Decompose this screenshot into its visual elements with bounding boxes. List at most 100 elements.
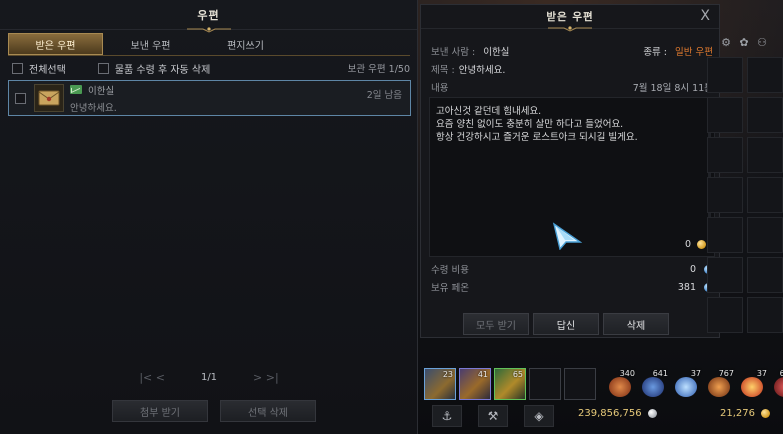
sender-value: 이한실	[483, 47, 510, 58]
receive-all-button[interactable]: 모두 받기	[463, 313, 529, 335]
subject-row: 제목 : 안녕하세요.	[431, 61, 713, 77]
inventory-slot[interactable]	[747, 297, 783, 333]
resource-slot[interactable]: 641	[638, 368, 668, 400]
item-count: 65	[512, 370, 523, 379]
detail-titlebar[interactable]: 받은 우편 X	[421, 5, 719, 32]
gold-coin-icon	[761, 409, 770, 418]
mail-item-checkbox[interactable]	[15, 92, 26, 104]
resource-slot[interactable]: 767	[704, 368, 734, 400]
pagination: |< < 1/1 > >|	[0, 371, 418, 384]
inventory-slot[interactable]	[747, 217, 783, 253]
mail-capacity: 보관 우편 1/50	[347, 64, 410, 75]
mail-item-remaining: 2일 남음	[366, 90, 402, 101]
close-icon[interactable]: X	[700, 8, 710, 24]
body-line: 항상 건강하시고 즐거운 로스트아크 되시길 빌게요.	[436, 132, 638, 143]
quick-slot-empty[interactable]	[564, 368, 596, 400]
select-all-label: 전체선택	[29, 64, 66, 76]
gem-icon[interactable]: ◈	[524, 405, 554, 427]
resource-count: 340	[619, 369, 635, 378]
next-page-button[interactable]: > >|	[253, 371, 279, 384]
delete-selected-button[interactable]: 선택 삭제	[220, 400, 316, 422]
silver-coin-icon	[647, 409, 657, 418]
resource-slot[interactable]: 37	[671, 368, 701, 400]
detail-title: 받은 우편	[546, 11, 594, 23]
auto-delete-label: 물품 수령 후 자동 삭제	[114, 64, 211, 76]
mail-window: 우편 받은 우편 보낸 우편 편지쓰기 전체선택 물품 수령 후 자동 삭제 보…	[0, 0, 418, 434]
inventory-slot[interactable]	[707, 137, 743, 173]
quick-slot-empty[interactable]	[529, 368, 561, 400]
body-line: 요즘 양친 없이도 충분히 살만 하다고 들었어요.	[436, 119, 624, 130]
resource-count: 6721	[779, 369, 783, 378]
select-all-checkbox[interactable]	[12, 62, 23, 74]
bottom-hud: 23 41 65 340 641 37 767 37 6 ⚓ ⚒ ◈ 239,8…	[424, 339, 783, 434]
stone-icon	[642, 377, 664, 397]
sender-label: 보낸 사람 :	[431, 47, 476, 58]
quick-slot-item[interactable]: 41	[459, 368, 491, 400]
people-icon[interactable]: ⚇	[756, 36, 768, 49]
subject-value: 안녕하세요.	[458, 65, 506, 76]
gold-display: 21,276	[720, 408, 770, 419]
inventory-slot[interactable]	[747, 137, 783, 173]
inventory-slot[interactable]	[707, 257, 743, 293]
envelope-icon	[70, 85, 82, 94]
receive-attached-button[interactable]: 첨부 받기	[112, 400, 208, 422]
silver-amount: 239,856,756	[578, 408, 642, 419]
resource-slot[interactable]: 37	[737, 368, 767, 400]
inventory-slot[interactable]	[747, 57, 783, 93]
inventory-slot[interactable]	[707, 57, 743, 93]
inventory-slot[interactable]	[707, 297, 743, 333]
attached-gold: 0	[685, 239, 706, 250]
item-count: 41	[477, 370, 488, 379]
tab-sent[interactable]: 보낸 우편	[103, 33, 198, 55]
owned-row: 보유 페온 381	[431, 279, 713, 295]
mail-options: 전체선택 물품 수령 후 자동 삭제 보관 우편 1/50	[12, 60, 410, 76]
gold-amount: 21,276	[720, 408, 755, 419]
crystal-icon	[675, 377, 697, 397]
inventory-slot[interactable]	[707, 217, 743, 253]
mail-item-sender-row: 이한실	[70, 83, 117, 97]
owned-label: 보유 페온	[431, 283, 469, 294]
resource-slot[interactable]: 6721	[770, 368, 783, 400]
mail-item-text: 이한실 안녕하세요.	[70, 83, 117, 114]
fragment-icon	[609, 377, 631, 397]
quick-slot-item[interactable]: 65	[494, 368, 526, 400]
gear-icon[interactable]: ⚙	[720, 36, 732, 49]
mail-list-actions: 첨부 받기 선택 삭제	[112, 400, 316, 422]
mail-window-title: 우편	[197, 8, 220, 22]
quick-slots: 23 41 65 340 641 37 767 37 6	[424, 368, 783, 400]
gold-coin-icon	[697, 240, 706, 249]
delete-button[interactable]: 삭제	[603, 313, 669, 335]
pet-icon[interactable]: ✿	[738, 36, 750, 49]
inventory-slot[interactable]	[747, 257, 783, 293]
resource-count: 641	[652, 369, 668, 378]
hammer-icon[interactable]: ⚒	[478, 405, 508, 427]
tab-divider	[8, 55, 410, 56]
auto-delete-checkbox[interactable]	[97, 62, 109, 74]
inventory-slot[interactable]	[707, 97, 743, 133]
content-header-row: 내용 7월 18일 8시 11분	[431, 79, 713, 95]
quick-slot-item[interactable]: 23	[424, 368, 456, 400]
mail-detail-panel: 받은 우편 X 보낸 사람 : 이한실 종류 : 일반 우편 제목 : 안녕하세…	[420, 4, 720, 338]
inventory-slot[interactable]	[707, 177, 743, 213]
tab-inbox[interactable]: 받은 우편	[8, 33, 103, 55]
attached-gold-amount: 0	[684, 239, 691, 250]
subject-label: 제목 :	[431, 65, 455, 76]
inventory-slot[interactable]	[747, 97, 783, 133]
inventory-slot[interactable]	[747, 177, 783, 213]
reply-button[interactable]: 답신	[533, 313, 599, 335]
inventory-toolbar: ⚙ ✿ ⚇	[720, 36, 768, 49]
anchor-icon[interactable]: ⚓	[432, 405, 462, 427]
silver-display: 239,856,756	[578, 408, 657, 419]
resource-count: 37	[690, 369, 701, 378]
body-line: 고아신것 같던데 힘내세요.	[436, 106, 542, 117]
tab-compose[interactable]: 편지쓰기	[198, 33, 293, 55]
prev-page-button[interactable]: |< <	[139, 371, 165, 384]
type-value: 일반 우편	[675, 47, 713, 58]
ore-icon	[708, 377, 730, 397]
mail-item-subject: 안녕하세요.	[70, 102, 117, 114]
inventory-grid	[707, 57, 783, 333]
list-item[interactable]: 이한실 안녕하세요. 2일 남음	[8, 80, 411, 116]
mail-window-titlebar[interactable]: 우편	[0, 0, 417, 33]
sender-row: 보낸 사람 : 이한실 종류 : 일반 우편	[431, 43, 713, 59]
resource-slot[interactable]: 340	[605, 368, 635, 400]
